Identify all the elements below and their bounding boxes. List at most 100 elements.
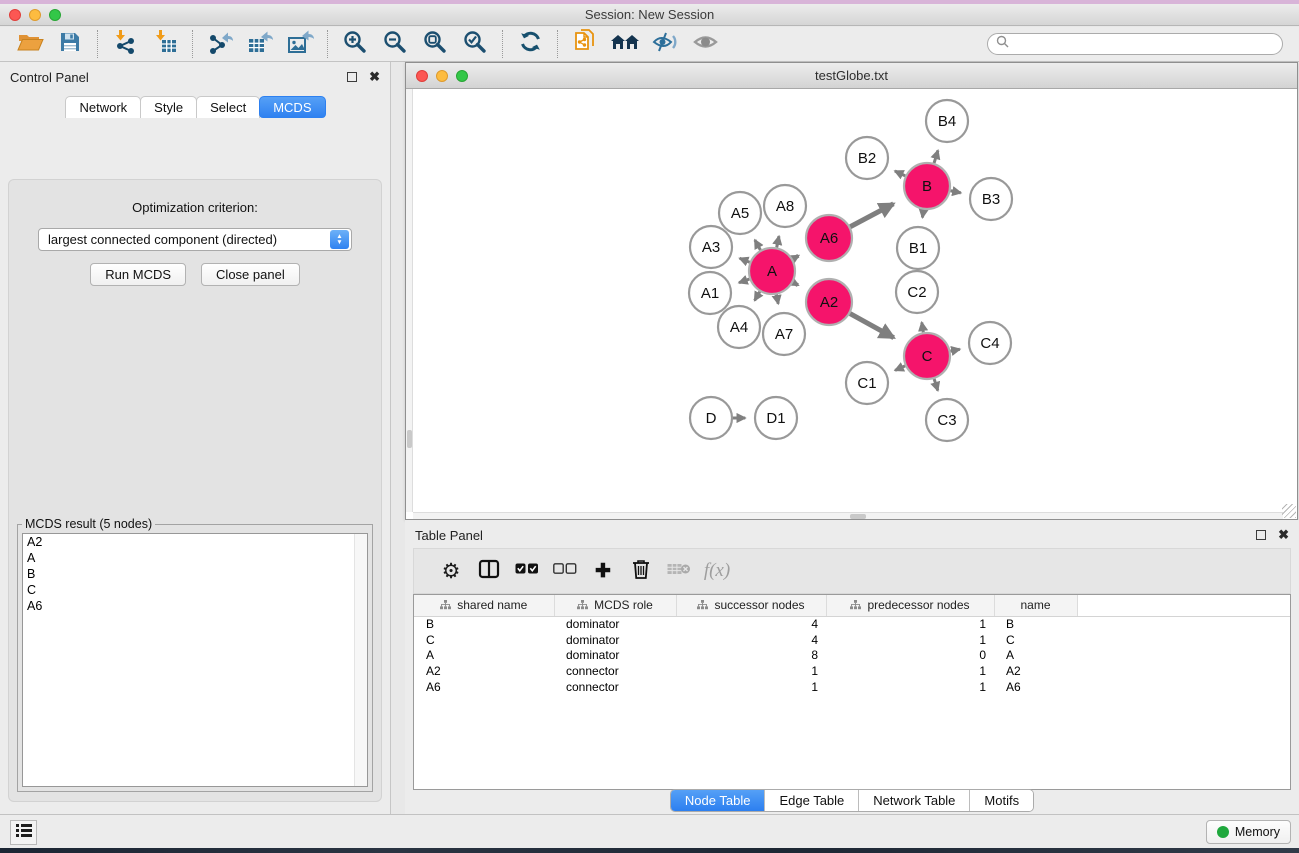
- graph-node-B1[interactable]: B1: [897, 227, 939, 269]
- graph-node-A[interactable]: A: [749, 248, 795, 294]
- close-panel-icon[interactable]: ✖: [369, 72, 380, 82]
- table-header-row[interactable]: shared nameMCDS rolesuccessor nodesprede…: [414, 595, 1290, 616]
- open-session-button[interactable]: [10, 29, 50, 59]
- table-row[interactable]: Cdominator41C: [414, 632, 1290, 648]
- graph-node-B3[interactable]: B3: [970, 178, 1012, 220]
- graph-node-A3[interactable]: A3: [690, 226, 732, 268]
- zoom-out-button[interactable]: [375, 29, 415, 59]
- function-builder-button[interactable]: f(x): [698, 552, 736, 590]
- graph-node-A1[interactable]: A1: [689, 272, 731, 314]
- network-vertical-scrollbar[interactable]: [406, 89, 413, 512]
- add-column-button[interactable]: ✚: [584, 552, 622, 590]
- table-cell[interactable]: 1: [676, 679, 826, 695]
- node-table[interactable]: shared nameMCDS rolesuccessor nodesprede…: [413, 594, 1291, 790]
- export-table-button[interactable]: [240, 29, 280, 59]
- export-network-button[interactable]: [200, 29, 240, 59]
- graph-node-C4[interactable]: C4: [969, 322, 1011, 364]
- graph-edge-A-A2[interactable]: [793, 282, 798, 285]
- graph-edge-A-A5[interactable]: [755, 240, 761, 250]
- refresh-button[interactable]: [510, 29, 550, 59]
- mcds-result-item[interactable]: A2: [23, 534, 367, 550]
- column-header-successor-nodes[interactable]: successor nodes: [676, 595, 826, 616]
- window-resize-grip[interactable]: [1282, 504, 1296, 518]
- tab-network-table[interactable]: Network Table: [859, 790, 970, 811]
- graph-edge-A-A3[interactable]: [740, 258, 750, 262]
- graph-edge-B-B2[interactable]: [895, 171, 905, 176]
- graph-edge-A-A1[interactable]: [739, 279, 749, 283]
- table-cell[interactable]: connector: [554, 679, 676, 695]
- graph-node-C3[interactable]: C3: [926, 399, 968, 441]
- table-cell[interactable]: 1: [826, 679, 994, 695]
- table-cell[interactable]: A2: [414, 663, 554, 679]
- tab-style[interactable]: Style: [140, 96, 197, 118]
- graph-edge-B-B4[interactable]: [934, 150, 938, 163]
- column-header-MCDS-role[interactable]: MCDS role: [554, 595, 676, 616]
- graph-edge-A-A6[interactable]: [793, 256, 799, 259]
- tab-edge-table[interactable]: Edge Table: [765, 790, 859, 811]
- graph-node-D[interactable]: D: [690, 397, 732, 439]
- zoom-in-button[interactable]: [335, 29, 375, 59]
- graph-edge-C-C3[interactable]: [934, 379, 938, 391]
- network-horizontal-scrollbar[interactable]: [413, 512, 1283, 519]
- first-neighbors-button[interactable]: [605, 29, 645, 59]
- graph-edge-A6-B[interactable]: [850, 204, 893, 227]
- deselect-all-columns-button[interactable]: [546, 552, 584, 590]
- float-panel-icon[interactable]: [1256, 530, 1266, 540]
- run-mcds-button[interactable]: Run MCDS: [90, 263, 186, 286]
- graph-node-A6[interactable]: A6: [806, 215, 852, 261]
- mcds-result-list[interactable]: A2ABCA6: [22, 533, 368, 787]
- graph-node-A2[interactable]: A2: [806, 279, 852, 325]
- scrollbar-thumb[interactable]: [850, 514, 866, 519]
- delete-columns-button[interactable]: [622, 552, 660, 590]
- graph-node-B4[interactable]: B4: [926, 100, 968, 142]
- table-cell[interactable]: A: [994, 647, 1077, 663]
- mcds-result-item[interactable]: A: [23, 550, 367, 566]
- save-session-button[interactable]: [50, 29, 90, 59]
- mcds-result-item[interactable]: A6: [23, 598, 367, 614]
- zoom-selected-button[interactable]: [455, 29, 495, 59]
- import-network-button[interactable]: [105, 29, 145, 59]
- close-panel-button[interactable]: Close panel: [201, 263, 300, 286]
- table-cell[interactable]: dominator: [554, 632, 676, 648]
- column-header-shared-name[interactable]: shared name: [414, 595, 554, 616]
- table-cell[interactable]: A6: [414, 679, 554, 695]
- table-settings-button[interactable]: ⚙: [432, 552, 470, 590]
- table-cell[interactable]: B: [994, 616, 1077, 632]
- table-row[interactable]: Bdominator41B: [414, 616, 1290, 632]
- table-cell[interactable]: C: [414, 632, 554, 648]
- graph-node-D1[interactable]: D1: [755, 397, 797, 439]
- optimization-criterion-select[interactable]: largest connected component (directed) ▲…: [38, 228, 352, 251]
- hide-selected-button[interactable]: [645, 29, 685, 59]
- table-cell[interactable]: A2: [994, 663, 1077, 679]
- scrollbar-thumb[interactable]: [407, 430, 412, 448]
- graph-edge-A-A4[interactable]: [755, 292, 760, 301]
- graph-node-A4[interactable]: A4: [718, 306, 760, 348]
- tab-motifs[interactable]: Motifs: [970, 790, 1033, 811]
- column-header-predecessor-nodes[interactable]: predecessor nodes: [826, 595, 994, 616]
- tab-network[interactable]: Network: [65, 96, 141, 118]
- show-columns-button[interactable]: [470, 552, 508, 590]
- graph-node-C2[interactable]: C2: [896, 271, 938, 313]
- delete-table-button[interactable]: [660, 552, 698, 590]
- zoom-fit-button[interactable]: [415, 29, 455, 59]
- table-cell[interactable]: connector: [554, 663, 676, 679]
- graph-edge-B-B1[interactable]: [922, 210, 923, 218]
- graph-node-A7[interactable]: A7: [763, 313, 805, 355]
- table-cell[interactable]: 1: [826, 632, 994, 648]
- table-row[interactable]: Adominator80A: [414, 647, 1290, 663]
- graph-node-A5[interactable]: A5: [719, 192, 761, 234]
- table-cell[interactable]: 1: [676, 663, 826, 679]
- table-cell[interactable]: 8: [676, 647, 826, 663]
- table-cell[interactable]: 0: [826, 647, 994, 663]
- select-all-columns-button[interactable]: [508, 552, 546, 590]
- graph-edge-C-C1[interactable]: [895, 366, 905, 371]
- table-cell[interactable]: A: [414, 647, 554, 663]
- import-table-button[interactable]: [145, 29, 185, 59]
- table-cell[interactable]: dominator: [554, 616, 676, 632]
- show-panels-button[interactable]: [10, 820, 37, 845]
- table-cell[interactable]: C: [994, 632, 1077, 648]
- graph-edge-A-A8[interactable]: [777, 236, 779, 247]
- tab-select[interactable]: Select: [196, 96, 260, 118]
- table-cell[interactable]: 4: [676, 632, 826, 648]
- table-cell[interactable]: 1: [826, 663, 994, 679]
